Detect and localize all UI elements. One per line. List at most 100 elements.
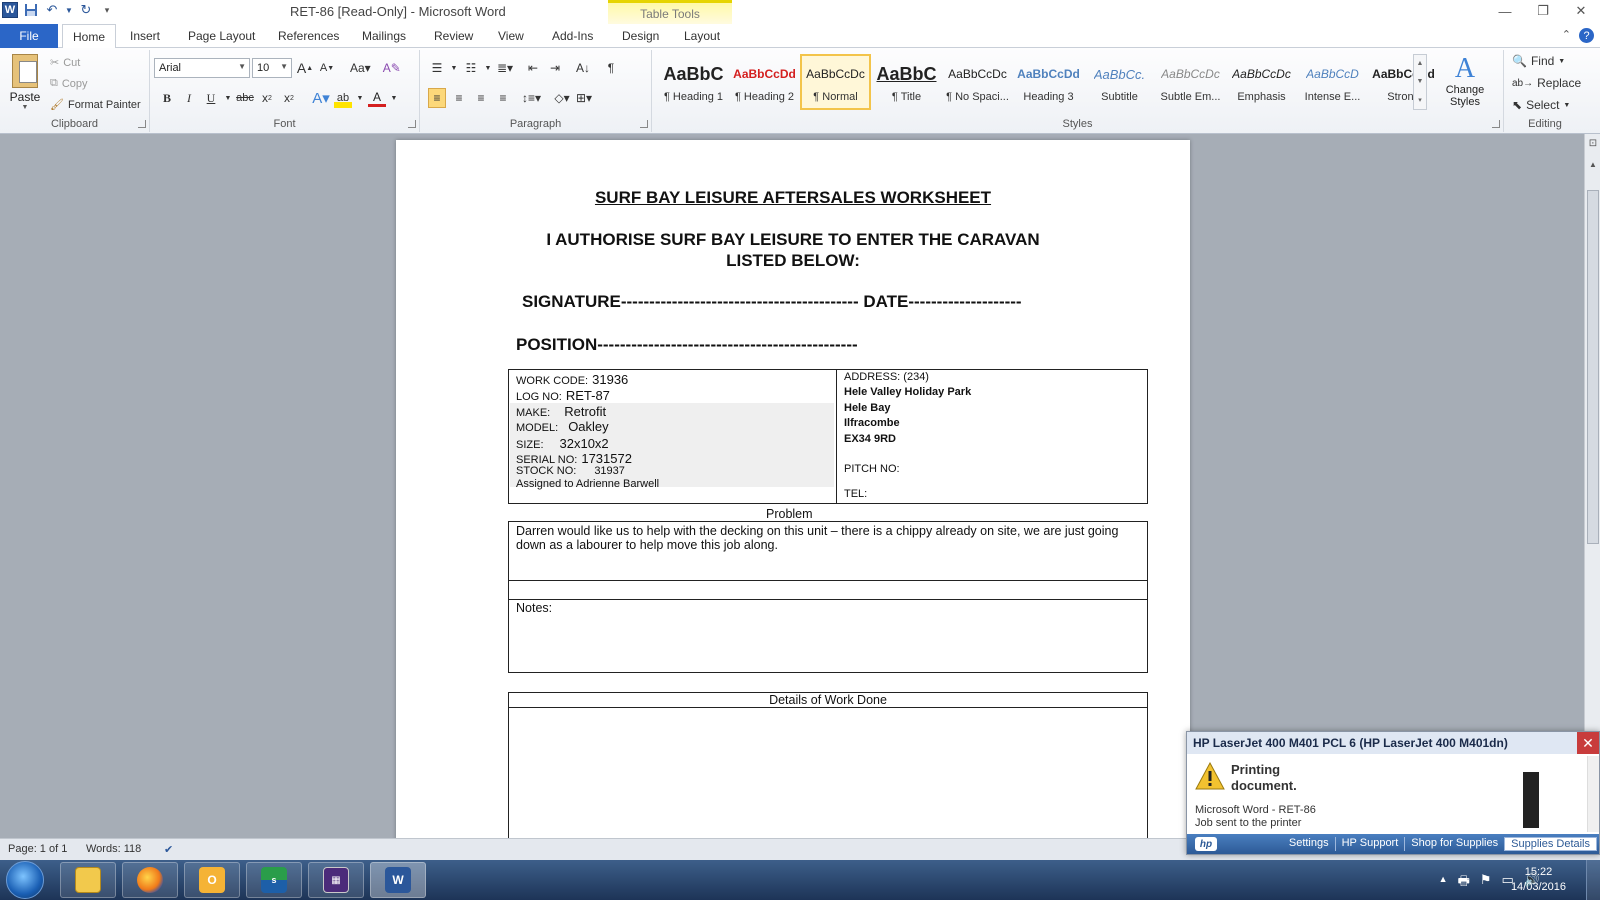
taskbar-word[interactable]: W xyxy=(370,862,426,898)
save-icon[interactable] xyxy=(23,2,39,18)
minimize-button[interactable]: — xyxy=(1486,0,1524,22)
tab-home[interactable]: Home xyxy=(62,24,117,49)
redo-icon[interactable]: ↻ xyxy=(78,2,94,18)
style-normal[interactable]: AaBbCcDc ¶ Normal xyxy=(800,54,871,110)
select-button[interactable]: ⬉ Select ▼ xyxy=(1512,98,1570,112)
word-count[interactable]: Words: 118 xyxy=(86,843,141,855)
start-button[interactable] xyxy=(6,861,44,899)
printer-popup-close-icon[interactable]: ✕ xyxy=(1577,732,1599,754)
font-size-box[interactable]: 10 ▼ xyxy=(252,58,292,78)
style-emphasis[interactable]: AaBbCcDc Emphasis xyxy=(1226,54,1297,110)
tab-review[interactable]: Review xyxy=(424,24,483,48)
action-center-icon[interactable]: ⚑ xyxy=(1480,872,1492,894)
subscript-icon[interactable]: x2 xyxy=(258,88,276,108)
undo-dropdown-icon[interactable]: ▼ xyxy=(65,2,73,18)
minimize-ribbon-icon[interactable]: ⌃ xyxy=(1562,28,1571,43)
tab-insert[interactable]: Insert xyxy=(120,24,170,48)
line-spacing-icon[interactable]: ↕≡▾ xyxy=(522,88,541,108)
proofing-icon[interactable]: ✔ xyxy=(164,843,173,856)
printer-settings-link[interactable]: Settings xyxy=(1283,837,1335,851)
supplies-details-link[interactable]: Supplies Details xyxy=(1504,837,1597,851)
show-hidden-icons[interactable]: ▲ xyxy=(1439,872,1448,894)
taskbar-calculator[interactable]: ▦ xyxy=(308,862,364,898)
italic-icon[interactable]: I xyxy=(180,88,198,108)
word-app-icon[interactable]: W xyxy=(2,2,18,18)
font-launcher-icon[interactable] xyxy=(408,120,416,128)
tab-page-layout[interactable]: Page Layout xyxy=(178,24,265,48)
styles-launcher-icon[interactable] xyxy=(1492,120,1500,128)
underline-icon[interactable]: U xyxy=(202,88,220,108)
decrease-indent-icon[interactable]: ⇤ xyxy=(524,58,542,78)
show-marks-icon[interactable]: ¶ xyxy=(602,58,620,78)
scroll-up-icon[interactable]: ▲ xyxy=(1585,160,1600,169)
highlight-dropdown-icon[interactable]: ▼ xyxy=(356,88,364,108)
bullets-dropdown-icon[interactable]: ▼ xyxy=(450,58,458,78)
align-center-icon[interactable]: ≡ xyxy=(450,88,468,108)
cut-button[interactable]: ✂ Cut xyxy=(50,56,80,70)
justify-icon[interactable]: ≡ xyxy=(494,88,512,108)
borders-icon[interactable]: ⊞▾ xyxy=(575,88,593,108)
highlight-icon[interactable]: ab xyxy=(334,88,352,108)
change-case-icon[interactable]: Aa▾ xyxy=(350,58,371,78)
numbering-dropdown-icon[interactable]: ▼ xyxy=(484,58,492,78)
tab-layout[interactable]: Layout xyxy=(674,24,730,48)
text-effects-icon[interactable]: A▾ xyxy=(312,88,330,108)
scroll-thumb[interactable] xyxy=(1587,190,1599,544)
style-subtitle[interactable]: AaBbCc. Subtitle xyxy=(1084,54,1155,110)
close-button[interactable]: ✕ xyxy=(1562,0,1600,22)
style-heading-2[interactable]: AaBbCcDd ¶ Heading 2 xyxy=(729,54,800,110)
gallery-up-icon[interactable]: ▲ xyxy=(1417,60,1424,67)
strikethrough-icon[interactable]: abc xyxy=(236,88,254,108)
style-subtle-emphasis[interactable]: AaBbCcDc Subtle Em... xyxy=(1155,54,1226,110)
gallery-more-icon[interactable]: ▾ xyxy=(1418,96,1422,104)
bullets-icon[interactable]: ☰ xyxy=(428,58,446,78)
tab-view[interactable]: View xyxy=(488,24,534,48)
taskbar-explorer[interactable] xyxy=(60,862,116,898)
gallery-down-icon[interactable]: ▼ xyxy=(1417,78,1424,85)
change-styles-button[interactable]: A Change Styles xyxy=(1437,54,1493,109)
taskbar-sage[interactable]: s xyxy=(246,862,302,898)
style-heading-1[interactable]: AaBbC ¶ Heading 1 xyxy=(658,54,729,110)
tab-mailings[interactable]: Mailings xyxy=(352,24,416,48)
style-no-spacing[interactable]: AaBbCcDc ¶ No Spaci... xyxy=(942,54,1013,110)
style-intense-emphasis[interactable]: AaBbCcD Intense E... xyxy=(1297,54,1368,110)
font-color-icon[interactable]: A xyxy=(368,89,386,107)
numbering-icon[interactable]: ☷ xyxy=(462,58,480,78)
copy-button[interactable]: ⧉ Copy xyxy=(50,77,88,90)
tab-design[interactable]: Design xyxy=(612,24,669,48)
multilevel-list-icon[interactable]: ≣▾ xyxy=(496,58,514,78)
clear-formatting-icon[interactable]: A✎ xyxy=(383,58,401,78)
shop-supplies-link[interactable]: Shop for Supplies xyxy=(1404,837,1504,851)
hp-support-link[interactable]: HP Support xyxy=(1334,837,1405,851)
document-page[interactable]: SURF BAY LEISURE AFTERSALES WORKSHEET I … xyxy=(396,140,1190,838)
format-painter-button[interactable]: 🖌 Format Painter xyxy=(50,98,141,112)
shrink-font-icon[interactable]: A ▼ xyxy=(318,58,336,78)
undo-icon[interactable]: ↶ xyxy=(44,2,60,18)
align-left-icon[interactable]: ≡ xyxy=(428,88,446,108)
superscript-icon[interactable]: x2 xyxy=(280,88,298,108)
style-title[interactable]: AaBbC ¶ Title xyxy=(871,54,942,110)
styles-gallery-scroll[interactable]: ▲ ▼ ▾ xyxy=(1413,54,1427,110)
printer-tray-icon[interactable]: 🖶 xyxy=(1458,872,1470,894)
align-right-icon[interactable]: ≡ xyxy=(472,88,490,108)
style-heading-3[interactable]: AaBbCcDd Heading 3 xyxy=(1013,54,1084,110)
taskbar-firefox[interactable] xyxy=(122,862,178,898)
tab-references[interactable]: References xyxy=(268,24,349,48)
help-icon[interactable]: ? xyxy=(1579,28,1594,43)
sort-icon[interactable]: A↓ xyxy=(574,58,592,78)
tab-add-ins[interactable]: Add-Ins xyxy=(542,24,603,48)
grow-font-icon[interactable]: A ▲ xyxy=(296,58,314,78)
clock[interactable]: 15:22 14/03/2016 xyxy=(1511,865,1566,895)
bold-icon[interactable]: B xyxy=(158,88,176,108)
customize-qat-icon[interactable]: ▾ xyxy=(99,2,115,18)
shading-icon[interactable]: ◇▾ xyxy=(553,88,571,108)
style-strong[interactable]: AaBbCcDd Strong xyxy=(1368,54,1439,110)
find-button[interactable]: 🔍 Find ▼ xyxy=(1512,54,1565,68)
paragraph-launcher-icon[interactable] xyxy=(640,120,648,128)
tab-file[interactable]: File xyxy=(0,24,58,48)
clipboard-launcher-icon[interactable] xyxy=(138,120,146,128)
underline-dropdown-icon[interactable]: ▼ xyxy=(224,88,232,108)
replace-button[interactable]: ab→ Replace xyxy=(1512,76,1581,90)
increase-indent-icon[interactable]: ⇥ xyxy=(546,58,564,78)
printer-popup-scrollbar[interactable] xyxy=(1587,756,1599,832)
